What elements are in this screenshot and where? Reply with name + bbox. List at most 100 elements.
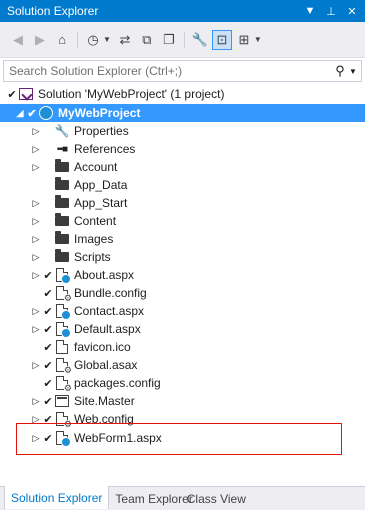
expand-arrow-icon[interactable]: ▷ — [30, 270, 42, 281]
dropdown-icon[interactable]: ▼ — [302, 3, 318, 19]
title-bar: Solution Explorer ▼ ⊥ ✕ — [0, 0, 365, 22]
toolbar-separator — [77, 31, 78, 48]
tab-class-view[interactable]: Class View — [181, 487, 252, 509]
tree-item-label: Solution 'MyWebProject' (1 project) — [38, 87, 225, 101]
expand-arrow-icon[interactable]: ▷ — [30, 360, 42, 371]
tree-item-bundle-config[interactable]: ✔ ⚙ Bundle.config — [30, 284, 147, 303]
expand-arrow-icon[interactable]: ▷ — [30, 252, 42, 263]
tree-item-about-aspx[interactable]: ▷ ✔ About.aspx — [30, 266, 134, 284]
master-icon — [54, 393, 70, 409]
check-icon: ✔ — [43, 395, 53, 408]
toolbar: ◀ ▶ ⌂ ◷ ▼ ⇄ ⧉ ❐ 🔧 ⊡ ⊞ ▼ — [0, 22, 365, 58]
collapse-arrow-icon[interactable]: ◢ — [14, 108, 26, 119]
search-icon[interactable]: ⚲ — [331, 62, 349, 80]
tree-item-app-data[interactable]: App_Data — [30, 176, 127, 194]
pending-changes-icon[interactable]: ◷ — [83, 30, 103, 50]
expand-arrow-icon[interactable]: ▷ — [30, 306, 42, 317]
solution-icon — [18, 86, 34, 102]
toolbar-separator — [183, 31, 185, 48]
pin-icon[interactable]: ⊥ — [323, 3, 339, 19]
tree-item-default-aspx[interactable]: ▷ ✔ Default.aspx — [30, 320, 141, 338]
tree-item-label: Scripts — [74, 250, 111, 264]
class-diagram-icon[interactable]: ⊞ — [234, 30, 254, 50]
chevron-down-icon[interactable]: ▼ — [254, 35, 262, 44]
expand-arrow-icon[interactable]: ▷ — [30, 234, 42, 245]
check-icon: ✔ — [43, 359, 53, 372]
tree-item-label: packages.config — [74, 376, 161, 390]
expand-arrow-icon[interactable]: ▷ — [30, 324, 42, 335]
folder-icon — [54, 213, 70, 229]
forward-icon[interactable]: ▶ — [30, 30, 50, 50]
tree-item-label: Images — [74, 232, 114, 246]
chevron-down-icon[interactable]: ▼ — [103, 35, 111, 44]
folder-icon — [54, 195, 70, 211]
expand-arrow-icon[interactable]: ▷ — [30, 162, 42, 173]
search-box[interactable]: Search Solution Explorer (Ctrl+;) ⚲ ▼ — [3, 60, 362, 82]
tree-item-contact-aspx[interactable]: ▷ ✔ Contact.aspx — [30, 302, 144, 320]
tree-item-app-start[interactable]: ▷ App_Start — [30, 194, 127, 212]
check-icon: ✔ — [7, 88, 17, 101]
tree-item-label: About.aspx — [74, 268, 135, 282]
tree-item-label: Properties — [74, 124, 129, 138]
check-icon: ✔ — [43, 305, 53, 318]
tree-item-scripts[interactable]: ▷ Scripts — [30, 248, 111, 266]
search-input[interactable]: Search Solution Explorer (Ctrl+;) — [9, 64, 331, 78]
back-icon[interactable]: ◀ — [8, 30, 28, 50]
chevron-down-icon[interactable]: ▼ — [349, 67, 361, 76]
expand-arrow-icon[interactable]: ▷ — [30, 216, 42, 227]
tree-item-label: Contact.aspx — [74, 304, 145, 318]
preview-icon[interactable]: ⊡ — [211, 29, 232, 50]
tree-item-packages-config[interactable]: ✔ ⚙ packages.config — [30, 374, 161, 393]
check-icon: ✔ — [43, 341, 53, 354]
properties-icon[interactable]: 🔧 — [190, 30, 210, 50]
aspx-icon — [54, 321, 71, 338]
wrench-icon: 🔧 — [54, 124, 70, 138]
tree-item-global-asax[interactable]: ▷ ✔ ⚙ Global.asax — [30, 356, 138, 375]
tree-item-label: Content — [74, 214, 117, 228]
sync-icon[interactable]: ⇄ — [115, 30, 135, 50]
asax-icon: ⚙ — [54, 357, 72, 375]
close-icon[interactable]: ✕ — [344, 3, 360, 19]
tree-item-label: App_Data — [74, 178, 128, 192]
tree-item-site-master[interactable]: ▷ ✔ Site.Master — [30, 392, 135, 410]
expand-arrow-icon[interactable]: ▷ — [30, 198, 42, 209]
tree-item-label: Default.aspx — [74, 322, 141, 336]
tree-item-favicon[interactable]: ✔ favicon.ico — [30, 338, 131, 356]
folder-icon — [54, 159, 70, 175]
check-icon: ✔ — [43, 287, 53, 300]
image-file-icon — [54, 339, 70, 355]
tree-item-content[interactable]: ▷ Content — [30, 212, 116, 230]
expand-arrow-icon[interactable]: ▷ — [30, 396, 42, 407]
expand-arrow-icon[interactable]: ▷ — [30, 144, 42, 155]
references-icon: ▪▪■ — [56, 143, 68, 155]
folder-icon — [54, 177, 70, 193]
config-icon: ⚙ — [54, 285, 72, 303]
expand-arrow-icon[interactable]: ▷ — [30, 126, 42, 137]
tab-solution-explorer[interactable]: Solution Explorer — [4, 486, 110, 509]
tree-item-label: Account — [74, 160, 118, 174]
tree-item-properties[interactable]: ▷ 🔧 Properties — [30, 122, 129, 140]
folder-icon — [54, 249, 70, 265]
tree-item-solution[interactable]: ✔ Solution 'MyWebProject' (1 project) — [6, 85, 224, 103]
tree-item-label: Bundle.config — [74, 286, 147, 300]
highlight-box — [16, 423, 342, 455]
check-icon: ✔ — [43, 377, 53, 390]
home-icon[interactable]: ⌂ — [52, 30, 72, 50]
aspx-icon — [54, 267, 71, 284]
web-project-icon — [38, 105, 54, 121]
tree-item-images[interactable]: ▷ Images — [30, 230, 113, 248]
tree-item-label: Global.asax — [74, 358, 138, 372]
check-icon: ✔ — [43, 323, 53, 336]
tree-item-project[interactable]: ◢ ✔ MyWebProject — [0, 104, 365, 122]
window-title: Solution Explorer — [7, 4, 99, 18]
tree-item-label: References — [74, 142, 136, 156]
tree-item-label: favicon.ico — [74, 340, 131, 354]
check-icon: ✔ — [43, 269, 53, 282]
bottom-tab-bar: Solution Explorer Team Explorer Class Vi… — [0, 486, 365, 510]
collapse-all-icon[interactable]: ⧉ — [137, 30, 157, 50]
tree-item-account[interactable]: ▷ Account — [30, 158, 117, 176]
folder-icon — [54, 231, 70, 247]
show-all-files-icon[interactable]: ❐ — [159, 30, 179, 50]
tree-item-references[interactable]: ▷ ▪▪■ References — [30, 140, 136, 158]
tree-item-label: MyWebProject — [58, 106, 141, 120]
